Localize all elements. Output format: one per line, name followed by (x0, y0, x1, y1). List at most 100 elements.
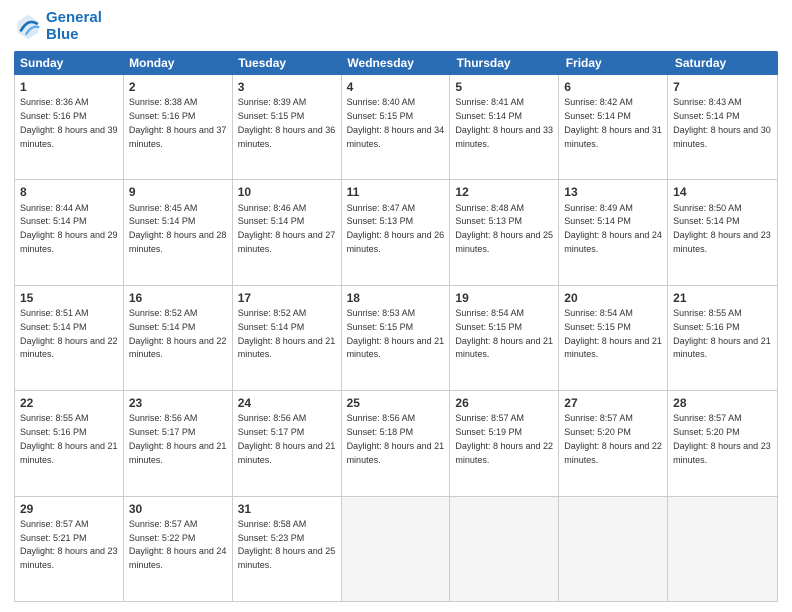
calendar-row-2: 8Sunrise: 8:44 AM Sunset: 5:14 PM Daylig… (15, 180, 777, 285)
day-cell-14: 14Sunrise: 8:50 AM Sunset: 5:14 PM Dayli… (668, 180, 777, 284)
day-number: 31 (238, 501, 336, 517)
day-cell-31: 31Sunrise: 8:58 AM Sunset: 5:23 PM Dayli… (233, 497, 342, 601)
day-info: Sunrise: 8:42 AM Sunset: 5:14 PM Dayligh… (564, 97, 662, 148)
day-number: 28 (673, 395, 772, 411)
day-info: Sunrise: 8:57 AM Sunset: 5:21 PM Dayligh… (20, 519, 118, 570)
day-info: Sunrise: 8:36 AM Sunset: 5:16 PM Dayligh… (20, 97, 118, 148)
calendar-header: SundayMondayTuesdayWednesdayThursdayFrid… (14, 51, 778, 75)
day-cell-23: 23 Sunrise: 8:56 AM Sunset: 5:17 PM Dayli… (124, 391, 233, 495)
day-cell-9: 9 Sunrise: 8:45 AM Sunset: 5:14 PM Daylig… (124, 180, 233, 284)
day-cell-30: 30Sunrise: 8:57 AM Sunset: 5:22 PM Dayli… (124, 497, 233, 601)
day-cell-11: 11Sunrise: 8:47 AM Sunset: 5:13 PM Dayli… (342, 180, 451, 284)
day-cell-29: 29 Sunrise: 8:57 AM Sunset: 5:21 PM Dayli… (15, 497, 124, 601)
day-cell-8: 8Sunrise: 8:44 AM Sunset: 5:14 PM Daylig… (15, 180, 124, 284)
day-cell-17: 17 Sunrise: 8:52 AM Sunset: 5:14 PM Dayli… (233, 286, 342, 390)
day-number: 17 (238, 290, 336, 306)
day-info: Sunrise: 8:53 AM Sunset: 5:15 PM Dayligh… (347, 308, 445, 359)
day-info: Sunrise: 8:45 AM Sunset: 5:14 PM Dayligh… (129, 203, 227, 254)
day-info: Sunrise: 8:55 AM Sunset: 5:16 PM Dayligh… (673, 308, 771, 359)
day-info: Sunrise: 8:56 AM Sunset: 5:17 PM Dayligh… (238, 413, 336, 464)
day-info: Sunrise: 8:41 AM Sunset: 5:14 PM Dayligh… (455, 97, 553, 148)
day-info: Sunrise: 8:52 AM Sunset: 5:14 PM Dayligh… (238, 308, 336, 359)
day-info: Sunrise: 8:49 AM Sunset: 5:14 PM Dayligh… (564, 203, 662, 254)
page: General Blue SundayMondayTuesdayWednesda… (0, 0, 792, 612)
empty-cell (450, 497, 559, 601)
empty-cell (668, 497, 777, 601)
header-day-wednesday: Wednesday (341, 51, 450, 75)
day-info: Sunrise: 8:51 AM Sunset: 5:14 PM Dayligh… (20, 308, 118, 359)
day-info: Sunrise: 8:43 AM Sunset: 5:14 PM Dayligh… (673, 97, 771, 148)
day-number: 18 (347, 290, 445, 306)
day-cell-13: 13Sunrise: 8:49 AM Sunset: 5:14 PM Dayli… (559, 180, 668, 284)
day-cell-26: 26 Sunrise: 8:57 AM Sunset: 5:19 PM Dayli… (450, 391, 559, 495)
day-cell-27: 27Sunrise: 8:57 AM Sunset: 5:20 PM Dayli… (559, 391, 668, 495)
day-number: 24 (238, 395, 336, 411)
day-cell-1: 1 Sunrise: 8:36 AM Sunset: 5:16 PM Daylig… (15, 75, 124, 179)
day-info: Sunrise: 8:52 AM Sunset: 5:14 PM Dayligh… (129, 308, 227, 359)
day-cell-21: 21 Sunrise: 8:55 AM Sunset: 5:16 PM Dayli… (668, 286, 777, 390)
day-number: 9 (129, 184, 227, 200)
day-number: 4 (347, 79, 445, 95)
day-cell-15: 15 Sunrise: 8:51 AM Sunset: 5:14 PM Dayli… (15, 286, 124, 390)
header-day-monday: Monday (123, 51, 232, 75)
logo-icon (14, 13, 42, 41)
day-cell-24: 24 Sunrise: 8:56 AM Sunset: 5:17 PM Dayli… (233, 391, 342, 495)
day-cell-6: 6 Sunrise: 8:42 AM Sunset: 5:14 PM Daylig… (559, 75, 668, 179)
day-number: 19 (455, 290, 553, 306)
day-info: Sunrise: 8:57 AM Sunset: 5:20 PM Dayligh… (673, 413, 771, 464)
day-info: Sunrise: 8:48 AM Sunset: 5:13 PM Dayligh… (455, 203, 553, 254)
day-cell-25: 25 Sunrise: 8:56 AM Sunset: 5:18 PM Dayli… (342, 391, 451, 495)
day-info: Sunrise: 8:56 AM Sunset: 5:17 PM Dayligh… (129, 413, 227, 464)
day-info: Sunrise: 8:54 AM Sunset: 5:15 PM Dayligh… (455, 308, 553, 359)
day-number: 27 (564, 395, 662, 411)
day-number: 10 (238, 184, 336, 200)
calendar-body: 1 Sunrise: 8:36 AM Sunset: 5:16 PM Daylig… (14, 75, 778, 602)
calendar-row-5: 29 Sunrise: 8:57 AM Sunset: 5:21 PM Dayli… (15, 497, 777, 601)
day-number: 21 (673, 290, 772, 306)
day-info: Sunrise: 8:57 AM Sunset: 5:19 PM Dayligh… (455, 413, 553, 464)
calendar-row-3: 15 Sunrise: 8:51 AM Sunset: 5:14 PM Dayli… (15, 286, 777, 391)
day-number: 30 (129, 501, 227, 517)
empty-cell (559, 497, 668, 601)
day-info: Sunrise: 8:47 AM Sunset: 5:13 PM Dayligh… (347, 203, 445, 254)
day-number: 14 (673, 184, 772, 200)
day-number: 22 (20, 395, 118, 411)
day-number: 29 (20, 501, 118, 517)
day-number: 1 (20, 79, 118, 95)
day-number: 3 (238, 79, 336, 95)
day-number: 25 (347, 395, 445, 411)
day-cell-28: 28 Sunrise: 8:57 AM Sunset: 5:20 PM Dayli… (668, 391, 777, 495)
day-number: 12 (455, 184, 553, 200)
day-number: 20 (564, 290, 662, 306)
day-cell-5: 5Sunrise: 8:41 AM Sunset: 5:14 PM Daylig… (450, 75, 559, 179)
day-number: 7 (673, 79, 772, 95)
day-info: Sunrise: 8:55 AM Sunset: 5:16 PM Dayligh… (20, 413, 118, 464)
calendar-row-4: 22 Sunrise: 8:55 AM Sunset: 5:16 PM Dayli… (15, 391, 777, 496)
logo: General Blue (14, 10, 102, 43)
logo-text: General Blue (46, 10, 102, 43)
day-cell-4: 4Sunrise: 8:40 AM Sunset: 5:15 PM Daylig… (342, 75, 451, 179)
day-number: 6 (564, 79, 662, 95)
header-day-tuesday: Tuesday (232, 51, 341, 75)
day-cell-2: 2Sunrise: 8:38 AM Sunset: 5:16 PM Daylig… (124, 75, 233, 179)
header-day-saturday: Saturday (669, 51, 778, 75)
day-number: 16 (129, 290, 227, 306)
header-day-friday: Friday (560, 51, 669, 75)
day-number: 8 (20, 184, 118, 200)
calendar: SundayMondayTuesdayWednesdayThursdayFrid… (14, 51, 778, 602)
day-number: 2 (129, 79, 227, 95)
header-day-sunday: Sunday (14, 51, 123, 75)
day-info: Sunrise: 8:54 AM Sunset: 5:15 PM Dayligh… (564, 308, 662, 359)
day-number: 15 (20, 290, 118, 306)
day-number: 26 (455, 395, 553, 411)
header: General Blue (14, 10, 778, 43)
day-cell-16: 16 Sunrise: 8:52 AM Sunset: 5:14 PM Dayli… (124, 286, 233, 390)
day-cell-3: 3 Sunrise: 8:39 AM Sunset: 5:15 PM Daylig… (233, 75, 342, 179)
day-info: Sunrise: 8:56 AM Sunset: 5:18 PM Dayligh… (347, 413, 445, 464)
day-number: 23 (129, 395, 227, 411)
day-info: Sunrise: 8:39 AM Sunset: 5:15 PM Dayligh… (238, 97, 336, 148)
day-cell-19: 19 Sunrise: 8:54 AM Sunset: 5:15 PM Dayli… (450, 286, 559, 390)
day-cell-12: 12 Sunrise: 8:48 AM Sunset: 5:13 PM Dayli… (450, 180, 559, 284)
empty-cell (342, 497, 451, 601)
day-cell-18: 18 Sunrise: 8:53 AM Sunset: 5:15 PM Dayli… (342, 286, 451, 390)
